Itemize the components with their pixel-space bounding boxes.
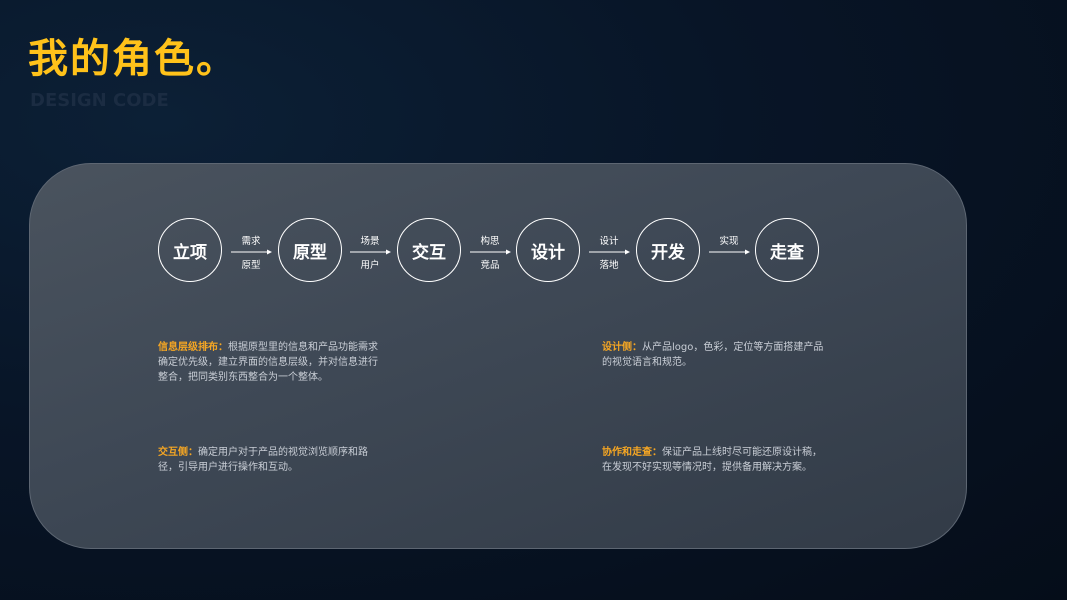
page-subtitle: DESIGN CODE [30,90,169,111]
step-circle-2: 原型 [278,218,342,282]
arrow-right-icon [231,249,272,255]
arrow-right-icon [709,249,750,255]
page-title: 我的角色。 [28,36,238,82]
connector-bottom-label: 原型 [241,260,261,271]
description-block-info-hierarchy: 信息层级排布：根据原型里的信息和产品功能需求确定优先级，建立界面的信息层级，并对… [158,340,383,385]
step-label: 开发 [651,242,685,263]
step-label: 原型 [293,242,327,263]
description-key: 协作和走查： [602,447,662,458]
connector-top-label: 构思 [480,236,500,247]
arrow-right-icon [589,249,630,255]
step-label: 走查 [770,242,804,263]
connector-bottom-label: 用户 [360,260,380,271]
step-circle-4: 设计 [516,218,580,282]
connector-top-label: 实现 [719,236,739,247]
connector-bottom-label: 落地 [599,260,619,271]
step-label: 立项 [173,242,207,263]
connector-top-label: 需求 [241,236,261,247]
arrow-right-icon [350,249,391,255]
step-label: 设计 [531,242,565,263]
description-block-interaction: 交互侧：确定用户对于产品的视觉浏览顺序和路径，引导用户进行操作和互动。 [158,445,383,475]
description-key: 交互侧： [158,447,198,458]
description-block-collaboration: 协作和走查：保证产品上线时尽可能还原设计稿，在发现不好实现等情况时，提供备用解决… [602,445,827,475]
connector-bottom-label: 竞品 [480,260,500,271]
description-key: 设计侧： [602,342,642,353]
step-circle-3: 交互 [397,218,461,282]
description-key: 信息层级排布： [158,342,228,353]
connector-top-label: 场景 [360,236,380,247]
connector-top-label: 设计 [599,236,619,247]
description-block-design: 设计侧：从产品logo，色彩，定位等方面搭建产品的视觉语言和规范。 [602,340,827,370]
step-circle-1: 立项 [158,218,222,282]
step-circle-5: 开发 [636,218,700,282]
step-label: 交互 [412,242,446,263]
arrow-right-icon [470,249,511,255]
step-circle-6: 走查 [755,218,819,282]
